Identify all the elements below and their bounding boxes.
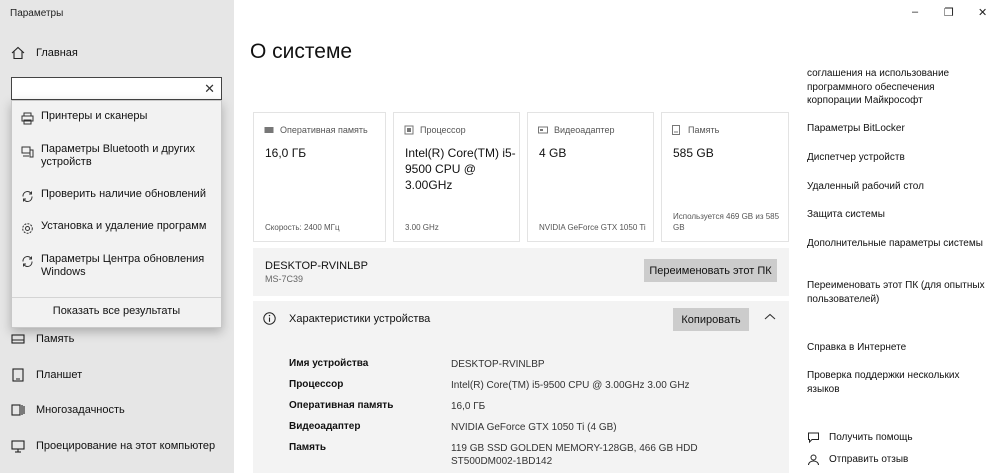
help-chat-icon bbox=[807, 430, 821, 444]
sync-icon bbox=[20, 254, 34, 268]
search-result-label: Установка и удаление программ bbox=[41, 220, 207, 232]
card-subtext: Используется 469 GB из 585 GB bbox=[673, 212, 780, 232]
spec-key: Видеоадаптер bbox=[289, 421, 361, 432]
nav-item-projection[interactable]: Проецирование на этот компьютер bbox=[0, 432, 234, 460]
close-button[interactable]: ✕ bbox=[978, 6, 987, 19]
nav-item-label: Проецирование на этот компьютер bbox=[36, 440, 216, 452]
feedback-label: Отправить отзыв bbox=[829, 453, 909, 465]
device-specs-title: Характеристики устройства bbox=[289, 313, 431, 325]
spec-value: NVIDIA GeForce GTX 1050 Ti (4 GB) bbox=[451, 422, 617, 433]
ram-card: Оперативная память 16,0 ГБ Скорость: 240… bbox=[253, 112, 386, 242]
pc-name-panel: DESKTOP-RVINLBP MS-7C39 Переименовать эт… bbox=[253, 248, 789, 296]
info-icon bbox=[263, 312, 276, 325]
spec-key: Процессор bbox=[289, 379, 344, 390]
rename-pc-advanced-link[interactable]: Переименовать этот ПК (для опытных польз… bbox=[807, 279, 987, 306]
nav-item-storage[interactable]: Память bbox=[0, 325, 234, 353]
card-title: Память bbox=[688, 125, 720, 135]
nav-item-label: Память bbox=[36, 333, 75, 345]
spec-key: Имя устройства bbox=[289, 358, 369, 369]
app-title: Параметры bbox=[10, 8, 64, 19]
spec-value: DESKTOP-RVINLBP bbox=[451, 359, 545, 370]
devices-icon bbox=[20, 144, 34, 158]
spec-key: Оперативная память bbox=[289, 400, 394, 411]
spec-key: Память bbox=[289, 442, 327, 453]
bitlocker-link[interactable]: Параметры BitLocker bbox=[807, 122, 987, 136]
search-results-dropdown: Принтеры и сканеры Параметры Bluetooth и… bbox=[11, 100, 222, 328]
search-result-printers[interactable]: Принтеры и сканеры bbox=[12, 110, 221, 125]
system-protection-link[interactable]: Защита системы bbox=[807, 208, 987, 222]
spec-value: 119 GB SSD GOLDEN MEMORY-128GB, 466 GB H… bbox=[451, 443, 698, 467]
copy-button[interactable]: Копировать bbox=[673, 308, 749, 331]
nav-item-label: Многозадачность bbox=[36, 404, 125, 416]
device-specs-body: Имя устройства DESKTOP-RVINLBP Процессор… bbox=[253, 338, 789, 473]
card-value: 585 GB bbox=[673, 146, 714, 160]
maximize-button[interactable]: ❐ bbox=[944, 6, 954, 19]
pc-model: MS-7C39 bbox=[265, 274, 304, 284]
gear-icon bbox=[20, 221, 34, 235]
search-result-update-center[interactable]: Параметры Центра обновления Windows bbox=[12, 253, 221, 279]
cpu-card: Процессор Intel(R) Core(TM) i5-9500 CPU … bbox=[393, 112, 520, 242]
nav-item-label: Планшет bbox=[36, 369, 83, 381]
rename-pc-button[interactable]: Переименовать этот ПК bbox=[644, 259, 777, 282]
get-help-link[interactable]: Получить помощь bbox=[807, 430, 913, 444]
disk-icon bbox=[672, 125, 682, 135]
advanced-settings-link[interactable]: Дополнительные параметры системы bbox=[807, 237, 987, 251]
sync-icon bbox=[20, 189, 34, 203]
printer-icon bbox=[20, 111, 34, 125]
nav-item-tablet[interactable]: Планшет bbox=[0, 361, 234, 389]
search-input[interactable] bbox=[12, 78, 192, 99]
nav-item-label: Главная bbox=[36, 47, 78, 59]
search-result-apps[interactable]: Установка и удаление программ bbox=[12, 220, 221, 235]
nav-item-home[interactable]: Главная bbox=[0, 39, 234, 67]
card-title: Процессор bbox=[420, 125, 466, 135]
search-result-label: Параметры Центра обновления Windows bbox=[41, 253, 205, 278]
search-box[interactable]: ✕ bbox=[11, 77, 222, 100]
card-value: Intel(R) Core(TM) i5-9500 CPU @ 3.00GHz bbox=[405, 146, 516, 192]
card-title: Оперативная память bbox=[280, 125, 368, 135]
spec-value: Intel(R) Core(TM) i5-9500 CPU @ 3.00GHz … bbox=[451, 380, 690, 391]
projection-icon bbox=[10, 438, 26, 454]
remote-desktop-link[interactable]: Удаленный рабочий стол bbox=[807, 180, 987, 194]
ram-icon bbox=[264, 125, 274, 135]
search-result-label: Проверить наличие обновлений bbox=[41, 188, 206, 200]
language-support-link[interactable]: Проверка поддержки нескольких языков bbox=[807, 369, 987, 396]
clear-search-icon[interactable]: ✕ bbox=[204, 81, 215, 97]
search-result-check-updates[interactable]: Проверить наличие обновлений bbox=[12, 188, 221, 203]
gpu-card: Видеоадаптер 4 GB NVIDIA GeForce GTX 105… bbox=[527, 112, 654, 242]
tablet-icon bbox=[10, 367, 26, 383]
card-value: 4 GB bbox=[539, 146, 567, 160]
device-manager-link[interactable]: Диспетчер устройств bbox=[807, 151, 987, 165]
storage-card: Память 585 GB Используется 469 GB из 585… bbox=[661, 112, 789, 242]
cpu-icon bbox=[404, 125, 414, 135]
search-result-bluetooth[interactable]: Параметры Bluetooth и других устройств bbox=[12, 143, 221, 169]
card-value: 16,0 ГБ bbox=[265, 146, 307, 160]
feedback-icon bbox=[807, 452, 821, 466]
license-terms-link[interactable]: соглашения на использование программного… bbox=[807, 67, 987, 108]
page-title: О системе bbox=[250, 40, 353, 63]
home-icon bbox=[10, 45, 26, 61]
feedback-link[interactable]: Отправить отзыв bbox=[807, 452, 908, 466]
web-help-title: Справка в Интернете bbox=[807, 342, 907, 353]
search-result-label: Принтеры и сканеры bbox=[41, 110, 148, 122]
show-all-results-link[interactable]: Показать все результаты bbox=[12, 305, 221, 317]
card-subtext: NVIDIA GeForce GTX 1050 Ti bbox=[539, 223, 646, 232]
search-result-label: Параметры Bluetooth и других устройств bbox=[41, 143, 195, 168]
card-subtext: Скорость: 2400 МГц bbox=[265, 223, 340, 232]
spec-value: 16,0 ГБ bbox=[451, 401, 486, 412]
storage-icon bbox=[10, 331, 26, 347]
multitasking-icon bbox=[10, 402, 26, 418]
gpu-icon bbox=[538, 125, 548, 135]
nav-item-multitasking[interactable]: Многозадачность bbox=[0, 396, 234, 424]
card-subtext: 3.00 GHz bbox=[405, 223, 439, 232]
card-title: Видеоадаптер bbox=[554, 125, 615, 135]
pc-name: DESKTOP-RVINLBP bbox=[265, 260, 368, 272]
get-help-label: Получить помощь bbox=[829, 431, 913, 443]
divider bbox=[12, 297, 221, 298]
device-specs-header[interactable]: Характеристики устройства Копировать bbox=[253, 301, 789, 338]
minimize-button[interactable]: – bbox=[912, 6, 918, 18]
chevron-up-icon[interactable] bbox=[763, 312, 777, 322]
